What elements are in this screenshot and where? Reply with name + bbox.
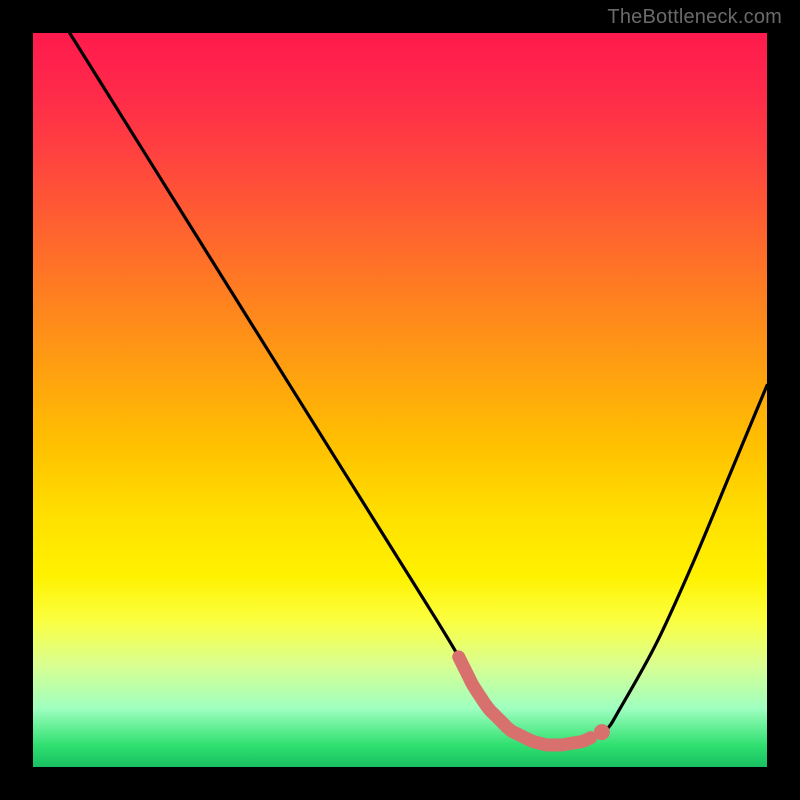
chart-stage: TheBottleneck.com xyxy=(0,0,800,800)
bottleneck-curve xyxy=(70,33,767,745)
optimal-range-endpoint xyxy=(594,724,610,740)
optimal-range-highlight xyxy=(459,657,591,745)
chart-svg xyxy=(33,33,767,767)
attribution-label: TheBottleneck.com xyxy=(607,6,782,29)
plot-area xyxy=(33,33,767,767)
